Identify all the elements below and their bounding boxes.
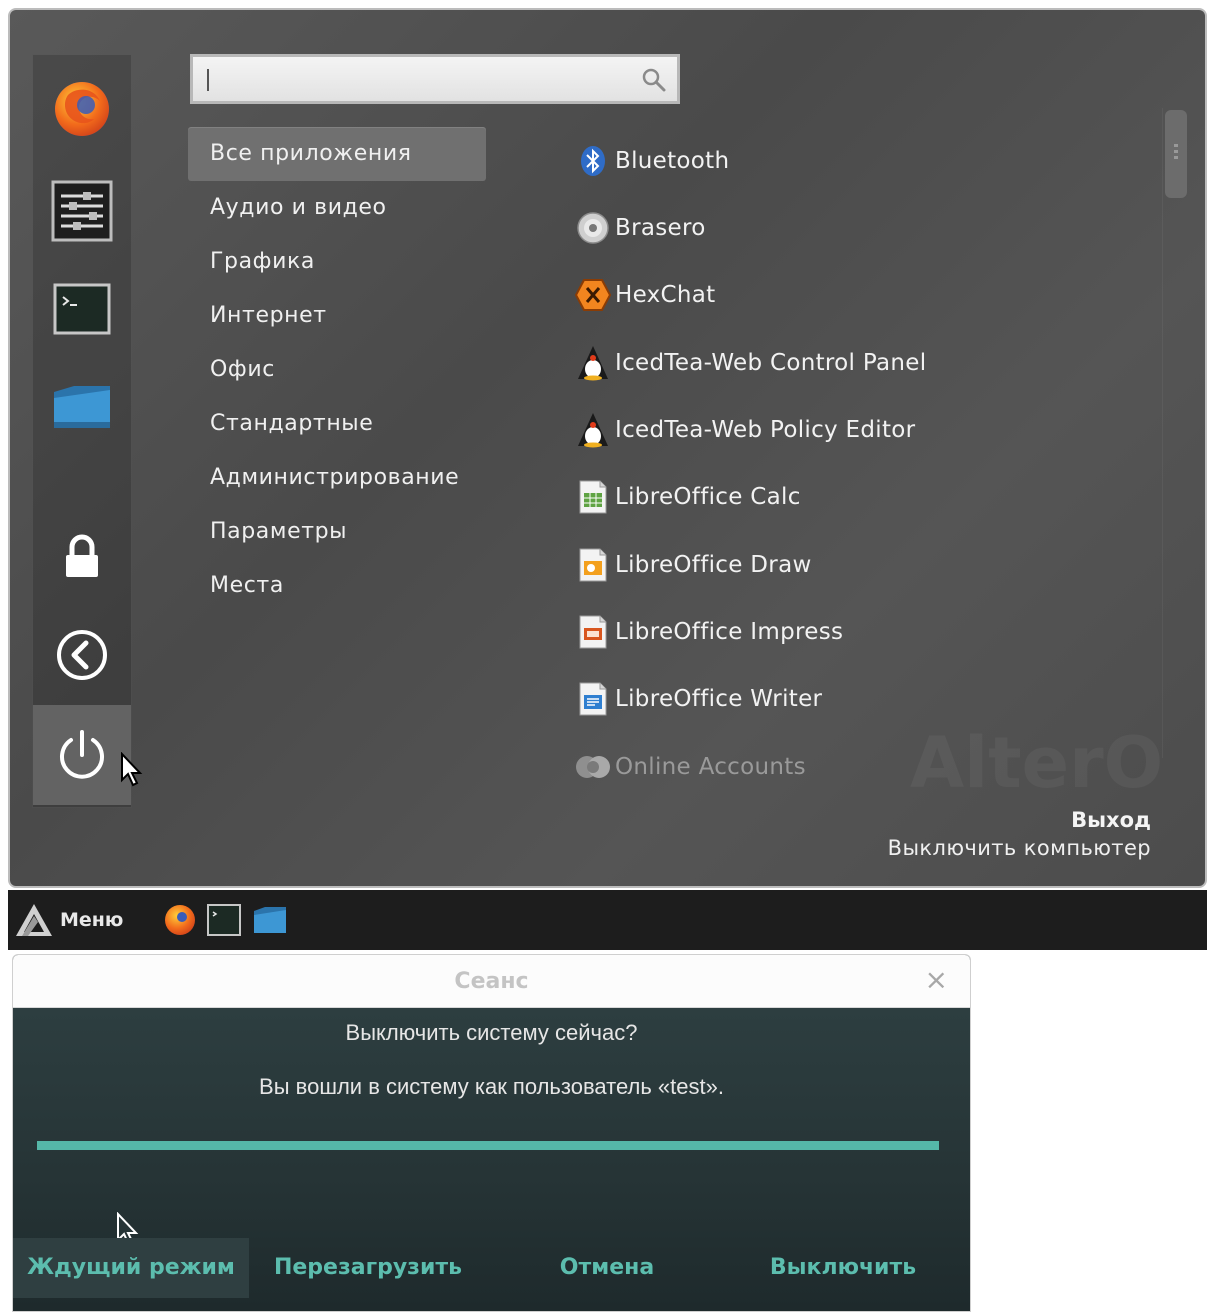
scroll-grip-icon: [1173, 144, 1179, 164]
dialog-titlebar[interactable]: Сеанс ×: [13, 955, 970, 1008]
firefox-icon: [55, 82, 109, 136]
lock-screen-button[interactable]: [33, 507, 131, 607]
category-preferences[interactable]: Параметры: [188, 505, 486, 559]
favorites-bar: [32, 54, 132, 808]
firefox-icon[interactable]: [162, 902, 198, 938]
app-libreoffice-calc[interactable]: LibreOffice Calc: [575, 474, 801, 520]
taskbar-panel: Меню: [8, 890, 1207, 950]
favorite-files[interactable]: [33, 357, 131, 457]
search-input[interactable]: [203, 65, 627, 95]
category-administration[interactable]: Администрирование: [188, 451, 486, 505]
dialog-question: Выключить систему сейчас?: [345, 1020, 638, 1045]
lock-icon: [66, 534, 98, 577]
countdown-progress-bar: [37, 1141, 939, 1150]
app-label: HexChat: [615, 282, 716, 308]
app-online-accounts[interactable]: Online Accounts: [575, 744, 806, 790]
disc-icon: [575, 210, 611, 246]
app-libreoffice-writer[interactable]: LibreOffice Writer: [575, 676, 822, 722]
cancel-button[interactable]: Отмена: [533, 1238, 681, 1298]
folder-icon: [54, 386, 110, 428]
brand-watermark: AlterO: [910, 722, 1164, 804]
shutdown-button[interactable]: Выключить: [753, 1238, 933, 1298]
app-bluetooth[interactable]: Bluetooth: [575, 138, 729, 184]
online-accounts-icon: [575, 749, 611, 785]
app-icedtea-policy-editor[interactable]: IcedTea-Web Policy Editor: [575, 407, 915, 453]
app-list-scroll-track[interactable]: [1162, 108, 1189, 758]
hexchat-icon: [575, 277, 611, 313]
app-label: LibreOffice Calc: [615, 484, 801, 510]
dialog-body: Выключить систему сейчас? Вы вошли в сис…: [13, 1008, 970, 1311]
app-label: Brasero: [615, 215, 706, 241]
java-penguin-icon: [575, 345, 611, 381]
app-label: Online Accounts: [615, 754, 806, 780]
category-office[interactable]: Офис: [188, 343, 486, 397]
app-label: LibreOffice Writer: [615, 686, 823, 712]
terminal-icon: [53, 283, 111, 335]
app-brasero[interactable]: Brasero: [575, 205, 706, 251]
settings-sliders-icon: [51, 180, 113, 242]
dialog-title: Сеанс: [454, 969, 529, 994]
menu-button-label: Меню: [60, 909, 124, 931]
app-label: Bluetooth: [615, 148, 730, 174]
category-graphics[interactable]: Графика: [188, 235, 486, 289]
draw-document-icon: [575, 547, 611, 583]
close-icon[interactable]: ×: [925, 965, 948, 995]
item-description-title: Выход: [1071, 808, 1151, 832]
power-button[interactable]: [33, 705, 131, 805]
countdown-progress-fill: [37, 1141, 939, 1150]
terminal-icon[interactable]: [206, 902, 242, 938]
text-caret: [207, 69, 209, 91]
bluetooth-icon: [575, 143, 611, 179]
favorite-firefox[interactable]: [33, 59, 131, 159]
app-icedtea-control-panel[interactable]: IcedTea-Web Control Panel: [575, 340, 926, 386]
suspend-button[interactable]: Ждущий режим: [13, 1238, 249, 1298]
mouse-cursor-icon: [121, 752, 143, 787]
favorite-settings[interactable]: [33, 161, 131, 261]
power-icon: [60, 730, 104, 779]
app-label: LibreOffice Draw: [615, 552, 812, 578]
category-audio-video[interactable]: Аудио и видео: [188, 181, 486, 235]
app-label: IcedTea-Web Policy Editor: [615, 417, 916, 443]
app-list-scrollbar[interactable]: [1165, 110, 1187, 198]
calc-document-icon: [575, 479, 611, 515]
search-icon: [642, 68, 666, 92]
search-box[interactable]: [190, 54, 680, 104]
app-label: LibreOffice Impress: [615, 619, 844, 645]
category-internet[interactable]: Интернет: [188, 289, 486, 343]
category-places[interactable]: Места: [188, 559, 486, 613]
reboot-button[interactable]: Перезагрузить: [263, 1238, 473, 1298]
session-dialog: Сеанс × Выключить систему сейчас? Вы вош…: [12, 954, 971, 1312]
app-hexchat[interactable]: HexChat: [575, 272, 716, 318]
favorite-terminal[interactable]: [33, 259, 131, 359]
java-penguin-icon: [575, 412, 611, 448]
dialog-user-info: Вы вошли в систему как пользователь «tes…: [259, 1074, 724, 1099]
folder-icon[interactable]: [252, 902, 288, 938]
impress-document-icon: [575, 614, 611, 650]
logout-icon: [57, 630, 107, 680]
category-accessories[interactable]: Стандартные: [188, 397, 486, 451]
logout-button[interactable]: [33, 605, 131, 705]
category-all-apps[interactable]: Все приложения: [188, 127, 486, 181]
menu-button[interactable]: Меню: [14, 898, 123, 942]
item-description-text: Выключить компьютер: [887, 836, 1151, 860]
application-menu: Все приложения Аудио и видео Графика Инт…: [8, 8, 1207, 888]
writer-document-icon: [575, 681, 611, 717]
alt-logo-icon: [16, 904, 52, 936]
app-label: IcedTea-Web Control Panel: [615, 350, 927, 376]
app-libreoffice-impress[interactable]: LibreOffice Impress: [575, 609, 843, 655]
app-libreoffice-draw[interactable]: LibreOffice Draw: [575, 542, 812, 588]
